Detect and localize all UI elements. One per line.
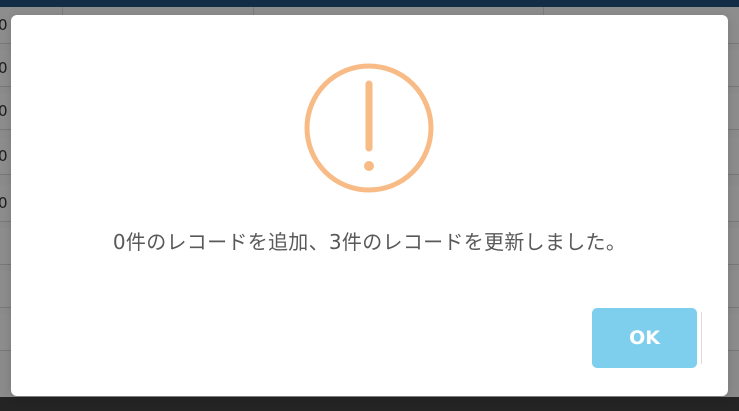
ok-button[interactable]: OK bbox=[592, 308, 697, 368]
exclamation-circle-icon bbox=[304, 63, 434, 193]
button-divider bbox=[701, 312, 702, 364]
alert-dialog: 0件のレコードを追加、3件のレコードを更新しました。 OK bbox=[11, 15, 728, 396]
dialog-message: 0件のレコードを追加、3件のレコードを更新しました。 bbox=[112, 230, 627, 254]
